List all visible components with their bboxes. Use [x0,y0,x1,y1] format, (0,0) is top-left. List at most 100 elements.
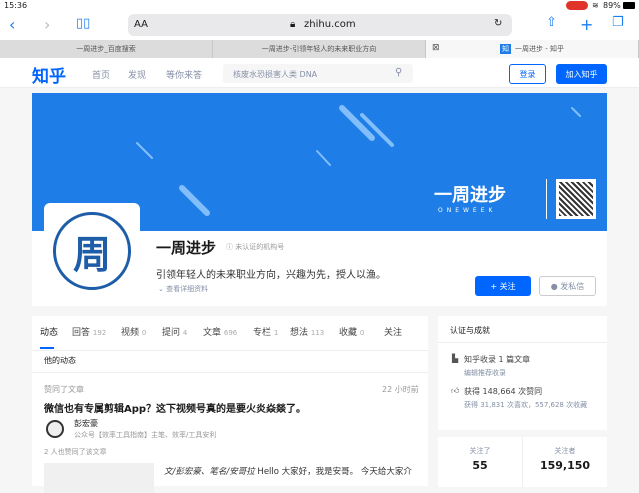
tab-4[interactable]: 文章 696 [203,325,237,338]
zhihu-logo[interactable]: 知乎 [32,62,66,87]
bookmarks-icon[interactable]: ▯▯ [76,16,90,31]
tab-label: 提问 [162,328,181,338]
active-tab-indicator [40,347,54,349]
author-avatar[interactable] [46,420,64,438]
tab-8[interactable]: 关注 [384,325,402,338]
profile-name: 一周进步 [156,239,217,257]
profile-bio: 引领年轻人的未来职业方向，兴趣为先，授人以渔。 [156,270,386,281]
battery-level: 89% [603,1,621,10]
tab-6[interactable]: 想法 113 [290,325,324,338]
tab-label: 回答 [72,328,91,338]
included-link[interactable]: 编辑推荐收录 [464,368,506,378]
included-text: 知乎收录 1 篇文章 [464,355,531,364]
tab-1[interactable]: 回答 192 [72,325,106,338]
zhihu-header: 知乎 首页 发现 等你来答 核废水恐损害人类 DNA ⚲ 登录 加入知乎 [0,58,639,88]
zhihu-favicon: 知 [500,44,511,54]
tab-label: 关注 [384,328,403,338]
tab-0[interactable]: 动态 [40,325,58,338]
excerpt-italic: 文/彭宏豪、笔名/安哥拉 [164,467,255,477]
details-label: 查看详细资料 [166,285,209,293]
banner-brand: 一周进步 [434,185,506,206]
search-placeholder: 核废水恐损害人类 DNA [233,70,318,79]
tab-count: 4 [182,329,188,337]
achievements-card: 认证与成就 ▙ 知乎收录 1 篇文章 编辑推荐收录 👍︎ 获得 148,664 … [438,316,607,430]
achievements-title: 认证与成就 [450,326,490,335]
likes-count: 2 人也赞同了该文章 [44,448,107,456]
qr-code [556,179,596,219]
tab-label: 动态 [40,328,59,338]
search-input[interactable]: 核废水恐损害人类 DNA ⚲ [223,64,413,83]
battery-icon [623,2,635,9]
verification-badge: ⓘ 未认证的机构号 [226,243,285,251]
tab-baidu[interactable]: 一周进步_百度搜索 [0,40,213,58]
divider [32,372,428,373]
tab-label: 收藏 [339,328,358,338]
tab-label: 文章 [203,328,222,338]
lock-icon: 🔒︎ [290,19,296,30]
author-desc: 公众号【效率工具指南】主笔、效率/工具安利 [74,431,217,439]
browser-toolbar: ‹ › ▯▯ AA 🔒︎ zhihu.com ↻ ⇧ + ❐ [0,12,639,40]
tab-2[interactable]: 视频 0 [121,325,146,338]
avatar: 周 [44,203,140,299]
feed-time: 22 小时前 [382,385,419,394]
excerpt-text: Hello 大家好，我是安哥。 今天给大家介 [254,467,412,477]
tab-zhihu-active[interactable]: ⊠ 知 一周进步 - 知乎 [426,40,639,58]
reload-icon[interactable]: ↻ [494,18,502,29]
clock: 15:36 [4,1,28,10]
divider [546,179,547,219]
browser-tabs: 一周进步_百度搜索 一周进步-引领年轻人的未来职业方向 ⊠ 知 一周进步 - 知… [0,40,639,58]
close-tab-icon[interactable]: ⊠ [432,43,440,53]
tab-label: 视频 [121,328,140,338]
author-name[interactable]: 彭宏豪 [74,418,98,429]
tabs-overview-icon[interactable]: ❐ [612,15,624,30]
text-size-button[interactable]: AA [134,19,148,30]
nav-discover[interactable]: 发现 [128,68,146,81]
follow-stats-card[interactable]: 关注了 55 关注者 159,150 [438,437,607,487]
banner-brand-en: ONEWEEK [438,207,497,214]
following-stat[interactable]: 关注了 55 [438,446,522,472]
followers-label: 关注者 [554,447,576,455]
forward-button[interactable]: › [44,15,50,34]
divider [32,350,428,351]
follow-label: 关注 [499,281,516,291]
follow-button[interactable]: + 关注 [475,276,531,296]
feed-action: 赞同了文章 [44,385,84,394]
tab-label: 专栏 [253,328,272,338]
url-text: zhihu.com [304,19,356,30]
share-icon[interactable]: ⇧ [546,15,557,30]
tab-3[interactable]: 提问 4 [162,325,187,338]
followers-stat[interactable]: 关注者 159,150 [523,446,607,472]
tab-label: 一周进步_百度搜索 [76,45,136,53]
login-button[interactable]: 登录 [509,64,546,84]
tab-oneweek-site[interactable]: 一周进步-引领年轻人的未来职业方向 [213,40,426,58]
tab-label: 想法 [290,328,309,338]
message-button[interactable]: ● 发私信 [539,276,596,296]
back-button[interactable]: ‹ [9,15,15,34]
tab-5[interactable]: 专栏 1 [253,325,278,338]
recording-indicator [566,1,588,10]
feed-title[interactable]: 微信也有专属剪辑App？这下视频号真的是要火炎焱燚了。 [44,400,306,415]
votes-text: 获得 148,664 次赞同 [464,387,543,396]
votes-detail: 获得 31,831 次喜欢，557,628 次收藏 [464,401,588,409]
view-details-link[interactable]: ⌄ 查看详细资料 [158,284,208,294]
join-button[interactable]: 加入知乎 [556,64,607,84]
bookmark-icon: ▙ [452,354,459,363]
avatar-logo: 周 [53,212,131,290]
tab-count: 696 [223,329,238,337]
nav-waiting[interactable]: 等你来答 [166,68,202,81]
address-bar[interactable]: AA 🔒︎ zhihu.com ↻ [128,14,512,36]
section-title: 他的动态 [44,356,76,365]
activity-panel: 动态 回答 192 视频 0 提问 4 文章 696 专栏 1 想法 113 收藏 0 关注 … [32,316,428,493]
thumbs-up-icon: 👍︎ [451,386,460,395]
nav-home[interactable]: 首页 [92,68,110,81]
tab-label: 一周进步 - 知乎 [515,45,564,53]
tab-7[interactable]: 收藏 0 [339,325,364,338]
tab-count: 113 [310,329,325,337]
tab-count: 192 [92,329,107,337]
article-thumbnail[interactable] [44,463,154,493]
following-count: 55 [472,459,488,472]
followers-count: 159,150 [539,459,591,472]
wifi-icon: ≋ [592,1,599,10]
search-icon[interactable]: ⚲ [395,67,402,78]
new-tab-button[interactable]: + [580,15,593,34]
